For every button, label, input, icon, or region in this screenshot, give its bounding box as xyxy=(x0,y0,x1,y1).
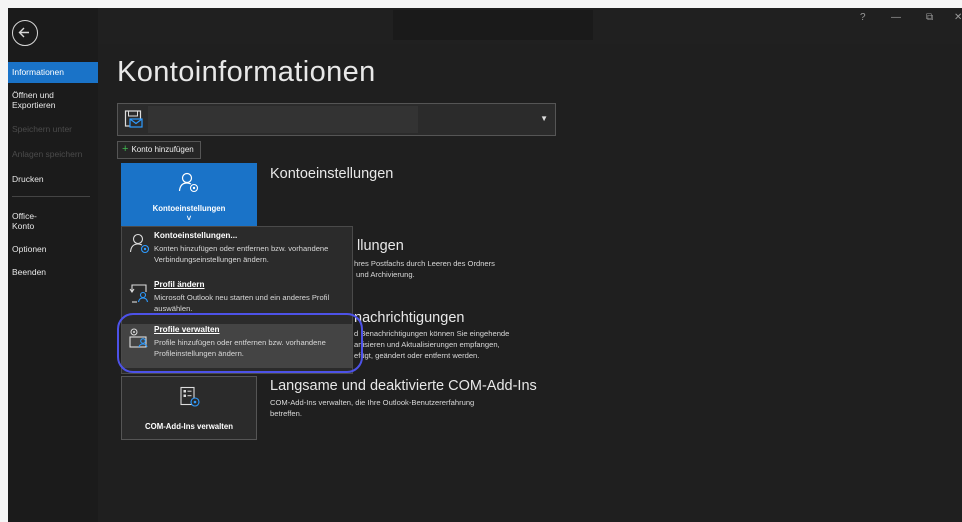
nav-item-speichern-unter: Speichern unter xyxy=(12,124,73,134)
account-settings-menu: Kontoeinstellungen... Konten hinzufügen … xyxy=(121,226,353,374)
close-button[interactable]: ✕ xyxy=(954,12,962,23)
page-title: Kontoinformationen xyxy=(117,56,376,88)
account-selector[interactable]: ▼ xyxy=(117,103,556,136)
menu-item-desc: Microsoft Outlook neu starten und ein an… xyxy=(154,293,330,313)
nav-item-office-konto[interactable]: Office-Konto xyxy=(8,211,58,231)
nav-item-drucken[interactable]: Drucken xyxy=(8,174,98,184)
minimize-button[interactable]: — xyxy=(891,12,901,23)
change-profile-icon xyxy=(129,284,149,303)
menu-item-title: Kontoeinstellungen... xyxy=(154,231,238,240)
menu-item-title: Profile verwalten xyxy=(154,325,220,334)
mail-account-icon xyxy=(124,110,143,128)
add-account-button[interactable]: + Konto hinzufügen xyxy=(117,141,201,159)
menu-item-change-profile[interactable]: Profil ändern Microsoft Outlook neu star… xyxy=(122,279,352,321)
restore-button[interactable]: ⧉ xyxy=(926,12,933,23)
section-heading-com-addins: Langsame und deaktivierte COM-Add-Ins xyxy=(270,378,537,394)
section-desc-cleanup: hres Postfachs durch Leeren des Ordners … xyxy=(354,259,495,279)
section-desc-com-addins: COM-Add-Ins verwalten, die Ihre Outlook-… xyxy=(270,398,475,418)
account-settings-tile-label: Kontoeinstellungen xyxy=(152,204,226,213)
nav-item-oeffnen-exportieren[interactable]: Öffnen und Exportieren xyxy=(8,90,68,110)
com-addins-icon xyxy=(180,386,200,407)
section-heading-account-settings: Kontoeinstellungen xyxy=(270,166,394,182)
chevron-down-icon: ▼ xyxy=(540,114,548,123)
nav-item-beenden[interactable]: Beenden xyxy=(8,267,98,277)
com-addins-tile-label: COM-Add-Ins verwalten xyxy=(145,422,233,431)
user-settings-icon xyxy=(129,233,150,254)
com-addins-tile[interactable]: COM-Add-Ins verwalten xyxy=(121,376,257,440)
title-bar: ? — ⧉ ✕ xyxy=(98,8,962,44)
menu-item-desc: Konten hinzufügen oder entfernen bzw. vo… xyxy=(154,244,329,264)
nav-item-informationen[interactable]: Informationen xyxy=(8,62,98,83)
nav-divider xyxy=(12,196,90,197)
nav-item-anlagen-speichern: Anlagen speichern xyxy=(12,149,83,159)
help-button[interactable]: ? xyxy=(860,12,866,23)
menu-item-account-settings[interactable]: Kontoeinstellungen... Konten hinzufügen … xyxy=(122,230,352,272)
menu-item-title: Profil ändern xyxy=(154,280,205,289)
outlook-backstage-window: Informationen Öffnen und Exportieren Spe… xyxy=(8,8,962,522)
account-name-field xyxy=(148,106,418,133)
section-heading-cleanup: llungen xyxy=(357,238,404,254)
account-settings-tile[interactable]: Kontoeinstellungen ˅ xyxy=(121,163,257,231)
manage-profiles-icon xyxy=(129,328,148,348)
add-account-label: Konto hinzufügen xyxy=(131,145,194,154)
section-heading-rules: nachrichtigungen xyxy=(354,310,465,326)
account-settings-icon xyxy=(178,172,199,193)
menu-item-manage-profiles[interactable]: Profile verwalten Profile hinzufügen ode… xyxy=(122,324,352,368)
plus-icon: + xyxy=(122,143,129,155)
section-desc-rules: d Benachrichtigungen können Sie eingehen… xyxy=(354,329,510,360)
backstage-nav: Informationen Öffnen und Exportieren Spe… xyxy=(8,8,98,522)
menu-item-desc: Profile hinzufügen oder entfernen bzw. v… xyxy=(154,338,326,358)
nav-item-optionen[interactable]: Optionen xyxy=(8,244,98,254)
title-area xyxy=(393,10,593,40)
chevron-down-icon: ˅ xyxy=(186,214,192,223)
back-button[interactable] xyxy=(12,20,38,46)
back-arrow-icon xyxy=(18,27,29,38)
